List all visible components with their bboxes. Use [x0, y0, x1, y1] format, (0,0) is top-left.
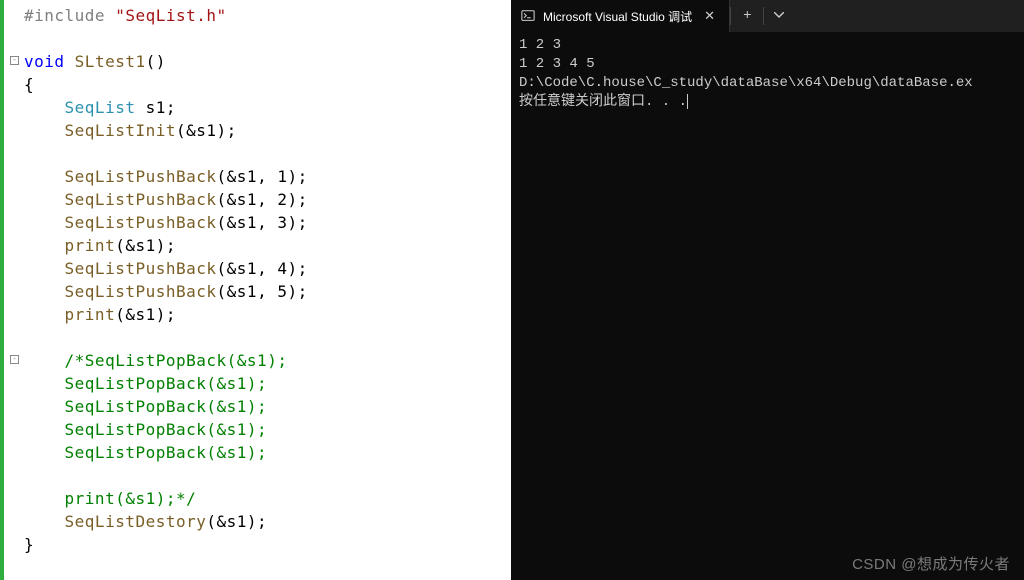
terminal-tab-active[interactable]: Microsoft Visual Studio 调试 ✕: [511, 0, 730, 32]
code-line[interactable]: [24, 27, 511, 50]
fold-marker[interactable]: -: [10, 56, 19, 65]
terminal-app-icon: [521, 9, 535, 23]
code-line[interactable]: SeqListPopBack(&s1);: [24, 395, 511, 418]
code-line[interactable]: print(&s1);: [24, 234, 511, 257]
editor-gutter: --: [0, 0, 20, 580]
terminal-line: 1 2 3 4 5: [519, 55, 1016, 74]
code-line[interactable]: SeqListInit(&s1);: [24, 119, 511, 142]
code-line[interactable]: [24, 142, 511, 165]
code-line[interactable]: SeqListDestory(&s1);: [24, 510, 511, 533]
tab-dropdown-button[interactable]: [764, 11, 794, 22]
terminal-cursor: [687, 94, 688, 109]
terminal-pane: Microsoft Visual Studio 调试 ✕ + 1 2 31 2 …: [511, 0, 1024, 580]
new-tab-button[interactable]: +: [731, 8, 763, 24]
code-line[interactable]: SeqListPushBack(&s1, 5);: [24, 280, 511, 303]
code-line[interactable]: SeqListPushBack(&s1, 2);: [24, 188, 511, 211]
terminal-tab-bar: Microsoft Visual Studio 调试 ✕ +: [511, 0, 1024, 32]
code-line[interactable]: SeqList s1;: [24, 96, 511, 119]
code-line[interactable]: void SLtest1(): [24, 50, 511, 73]
code-line[interactable]: SeqListPushBack(&s1, 3);: [24, 211, 511, 234]
terminal-line: 按任意键关闭此窗口. . .: [519, 93, 1016, 112]
terminal-tab-title: Microsoft Visual Studio 调试: [543, 8, 692, 25]
fold-marker[interactable]: -: [10, 355, 19, 364]
watermark-platform: CSDN: [852, 556, 897, 573]
watermark-handle: @想成为传火者: [901, 556, 1010, 573]
code-line[interactable]: [24, 326, 511, 349]
code-line[interactable]: SeqListPushBack(&s1, 1);: [24, 165, 511, 188]
terminal-output[interactable]: 1 2 31 2 3 4 5D:\Code\C.house\C_study\da…: [511, 32, 1024, 580]
code-line[interactable]: [24, 464, 511, 487]
editor-content[interactable]: #include "SeqList.h" void SLtest1(){ Seq…: [20, 0, 511, 580]
code-editor-pane: -- #include "SeqList.h" void SLtest1(){ …: [0, 0, 511, 580]
watermark: CSDN @想成为传火者: [852, 553, 1014, 574]
code-line[interactable]: SeqListPopBack(&s1);: [24, 418, 511, 441]
code-line[interactable]: {: [24, 73, 511, 96]
terminal-line: 1 2 3: [519, 36, 1016, 55]
code-line[interactable]: print(&s1);: [24, 303, 511, 326]
code-line[interactable]: /*SeqListPopBack(&s1);: [24, 349, 511, 372]
code-line[interactable]: }: [24, 533, 511, 556]
code-line[interactable]: #include "SeqList.h": [24, 4, 511, 27]
terminal-line: D:\Code\C.house\C_study\dataBase\x64\Deb…: [519, 74, 1016, 93]
code-line[interactable]: SeqListPopBack(&s1);: [24, 372, 511, 395]
code-line[interactable]: SeqListPopBack(&s1);: [24, 441, 511, 464]
code-line[interactable]: print(&s1);*/: [24, 487, 511, 510]
code-line[interactable]: SeqListPushBack(&s1, 4);: [24, 257, 511, 280]
close-icon[interactable]: ✕: [700, 8, 719, 24]
